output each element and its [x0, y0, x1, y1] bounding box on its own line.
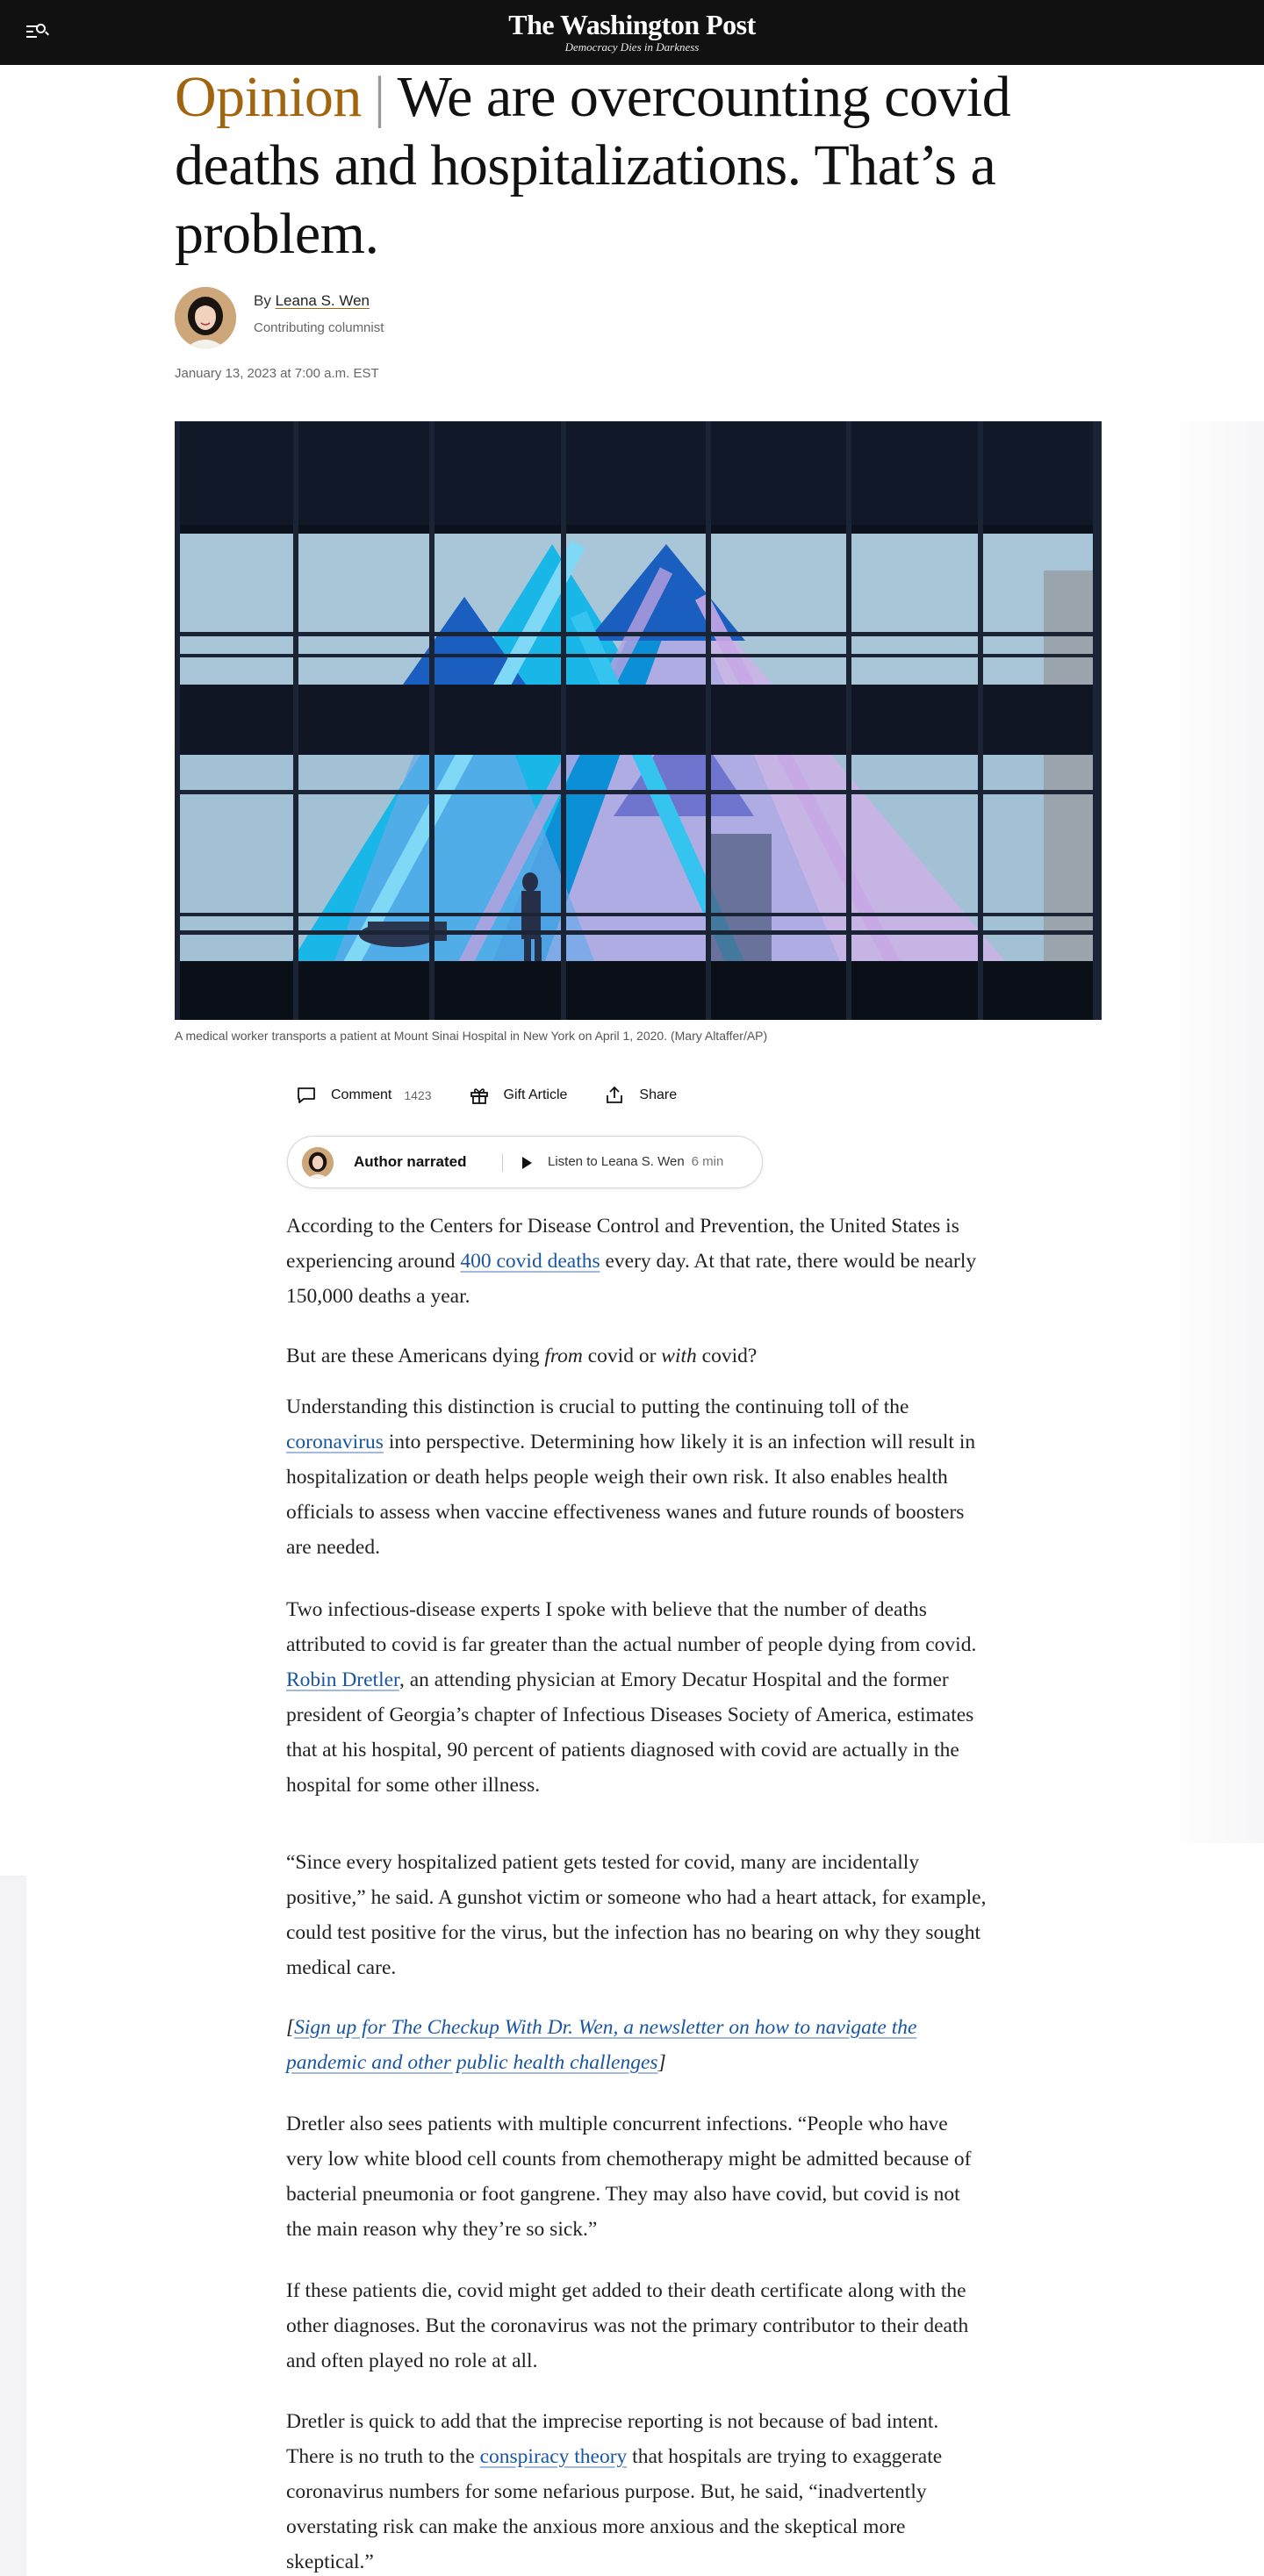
author-link[interactable]: Leana S. Wen [276, 292, 370, 309]
article-actions: Comment 1423 Gift Article Share [296, 1081, 714, 1109]
listen-button[interactable]: Listen to Leana S. Wen 6 min [548, 1154, 723, 1169]
comment-icon [298, 1087, 315, 1103]
audio-player[interactable]: Author narrated Listen to Leana S. Wen 6 … [287, 1136, 763, 1188]
byline: By Leana S. Wen [254, 292, 370, 310]
paragraph: Dretler also sees patients with multiple… [286, 2113, 972, 2241]
author-narrated-badge: Author narrated [354, 1153, 467, 1170]
comment-button[interactable]: Comment 1423 [296, 1085, 432, 1106]
left-edge-shade [0, 1876, 26, 2576]
covid-deaths-link[interactable]: 400 covid deaths [460, 1250, 600, 1273]
byline-prefix: By [254, 292, 271, 309]
paragraph: According to the Centers for Disease Con… [286, 1209, 988, 1314]
conspiracy-theory-link[interactable]: conspiracy theory [480, 2445, 628, 2468]
comment-label: Comment [331, 1087, 392, 1102]
audio-divider [502, 1154, 503, 1172]
robin-dretler-link[interactable]: Robin Dretler [286, 1668, 399, 1691]
photo-caption: A medical worker transports a patient at… [175, 1029, 768, 1043]
bracket: [ [286, 2016, 295, 2039]
paragraph: Dretler is quick to add that the impreci… [286, 2404, 988, 2576]
opinion-kicker[interactable]: Opinion [175, 65, 362, 129]
paragraph-text: But are these Americans dying [286, 1345, 545, 1367]
site-header: The Washington Post Democracy Dies in Da… [0, 0, 1264, 65]
paragraph-text: covid or [582, 1345, 662, 1367]
coronavirus-link[interactable]: coronavirus [286, 1431, 384, 1453]
paragraph: Two infectious-disease experts I spoke w… [286, 1592, 988, 1803]
paragraph: If these patients die, covid might get a… [286, 2279, 969, 2372]
logo-tagline: Democracy Dies in Darkness [564, 40, 700, 54]
play-icon[interactable] [521, 1156, 533, 1170]
paragraph-text: Two infectious-disease experts I spoke w… [286, 1598, 977, 1656]
paragraph: Understanding this distinction is crucia… [286, 1389, 988, 1565]
paragraph-text: covid? [696, 1345, 758, 1367]
audio-duration: 6 min [691, 1154, 724, 1169]
paragraph-text: into perspective. Determining how likely… [286, 1431, 976, 1559]
newsletter-promo: [Sign up for The Checkup With Dr. Wen, a… [286, 2010, 988, 2080]
publish-date: January 13, 2023 at 7:00 a.m. EST [175, 366, 379, 381]
emphasis-text: from [544, 1345, 583, 1367]
site-logo[interactable]: The Washington Post Democracy Dies in Da… [0, 9, 1264, 54]
bracket: ] [657, 2051, 666, 2074]
paragraph: “Since every hospitalized patient gets t… [286, 1851, 987, 1979]
gift-icon [470, 1088, 488, 1104]
narrator-avatar [302, 1147, 334, 1179]
paragraph: But are these Americans dying from covid… [286, 1338, 757, 1374]
emphasis-text: with [661, 1345, 697, 1367]
listen-label: Listen to Leana S. Wen [548, 1154, 685, 1169]
comment-count: 1423 [404, 1088, 432, 1102]
newsletter-signup-link[interactable]: Sign up for The Checkup With Dr. Wen, a … [286, 2016, 916, 2074]
paragraph-text: Understanding this distinction is crucia… [286, 1396, 909, 1418]
author-avatar[interactable] [175, 287, 236, 348]
share-button[interactable]: Share [604, 1085, 677, 1106]
gift-article-button[interactable]: Gift Article [469, 1085, 568, 1106]
kicker-separator: | [373, 65, 385, 129]
article-photo [175, 421, 1102, 1020]
author-role: Contributing columnist [254, 320, 384, 335]
share-label: Share [639, 1087, 678, 1102]
article-headline: Opinion | We are overcounting covid deaths… [175, 63, 1123, 269]
gift-label: Gift Article [503, 1087, 568, 1102]
share-icon [607, 1086, 623, 1103]
right-edge-shade [1163, 421, 1264, 1843]
logo-name: The Washington Post [508, 9, 756, 40]
